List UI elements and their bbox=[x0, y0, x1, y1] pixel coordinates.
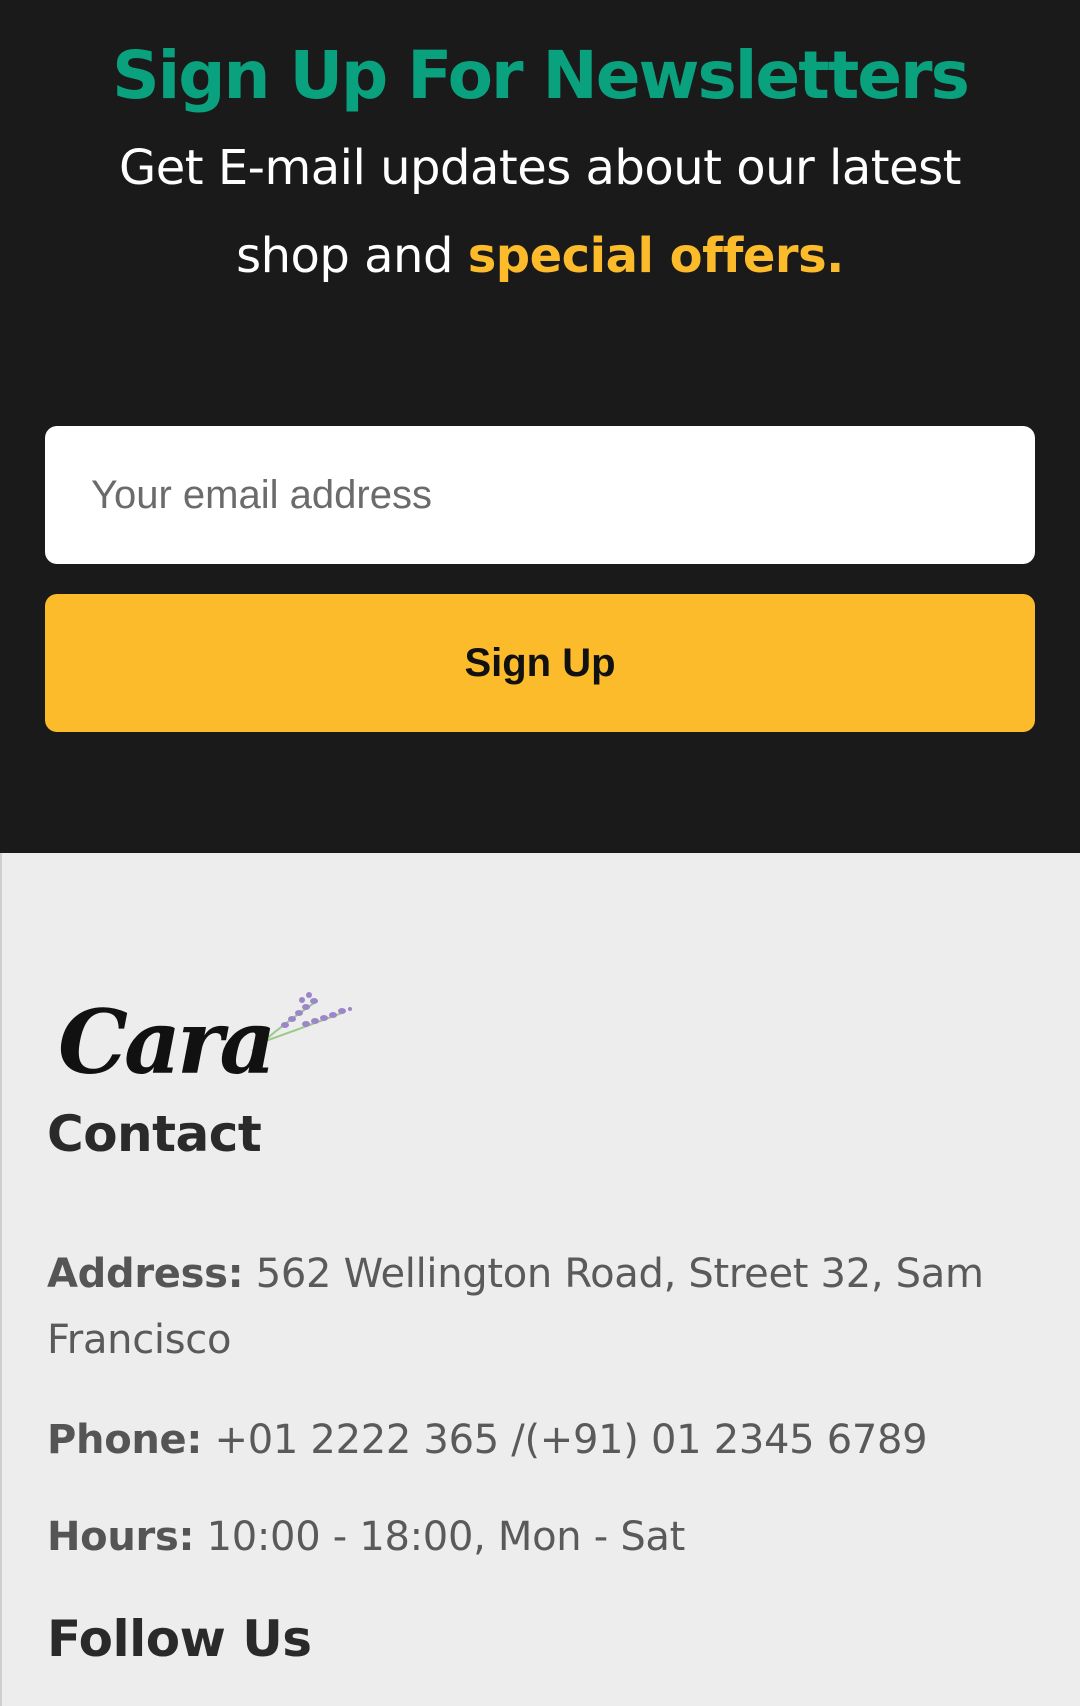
newsletter-subtitle: Get E-mail updates about our latest shop… bbox=[60, 124, 1020, 300]
phone-line: Phone: +01 2222 365 /(+91) 01 2345 6789 bbox=[47, 1407, 1047, 1473]
logo-wordmark: Cara bbox=[58, 990, 272, 1083]
newsletter-subtitle-highlight: special offers. bbox=[467, 228, 845, 284]
cara-logo[interactable]: Cara bbox=[52, 973, 352, 1083]
hours-label: Hours: bbox=[47, 1514, 195, 1560]
hours-line: Hours: 10:00 - 18:00, Mon - Sat bbox=[47, 1504, 1047, 1570]
hours-value: 10:00 - 18:00, Mon - Sat bbox=[194, 1514, 686, 1560]
footer-section: Cara Contact Address: 562 Wellington Roa… bbox=[0, 853, 1080, 1706]
phone-value[interactable]: +01 2222 365 /(+91) 01 2345 6789 bbox=[202, 1417, 927, 1463]
email-input[interactable] bbox=[45, 426, 1035, 564]
newsletter-title: Sign Up For Newsletters bbox=[112, 37, 970, 114]
newsletter-section: Sign Up For Newsletters Get E-mail updat… bbox=[0, 0, 1080, 853]
address-label: Address: bbox=[47, 1251, 244, 1297]
phone-label: Phone: bbox=[47, 1417, 203, 1463]
follow-us-heading: Follow Us bbox=[47, 1610, 312, 1668]
sign-up-button[interactable]: Sign Up bbox=[45, 594, 1035, 732]
contact-heading: Contact bbox=[47, 1105, 262, 1163]
address-line: Address: 562 Wellington Road, Street 32,… bbox=[47, 1241, 1047, 1373]
